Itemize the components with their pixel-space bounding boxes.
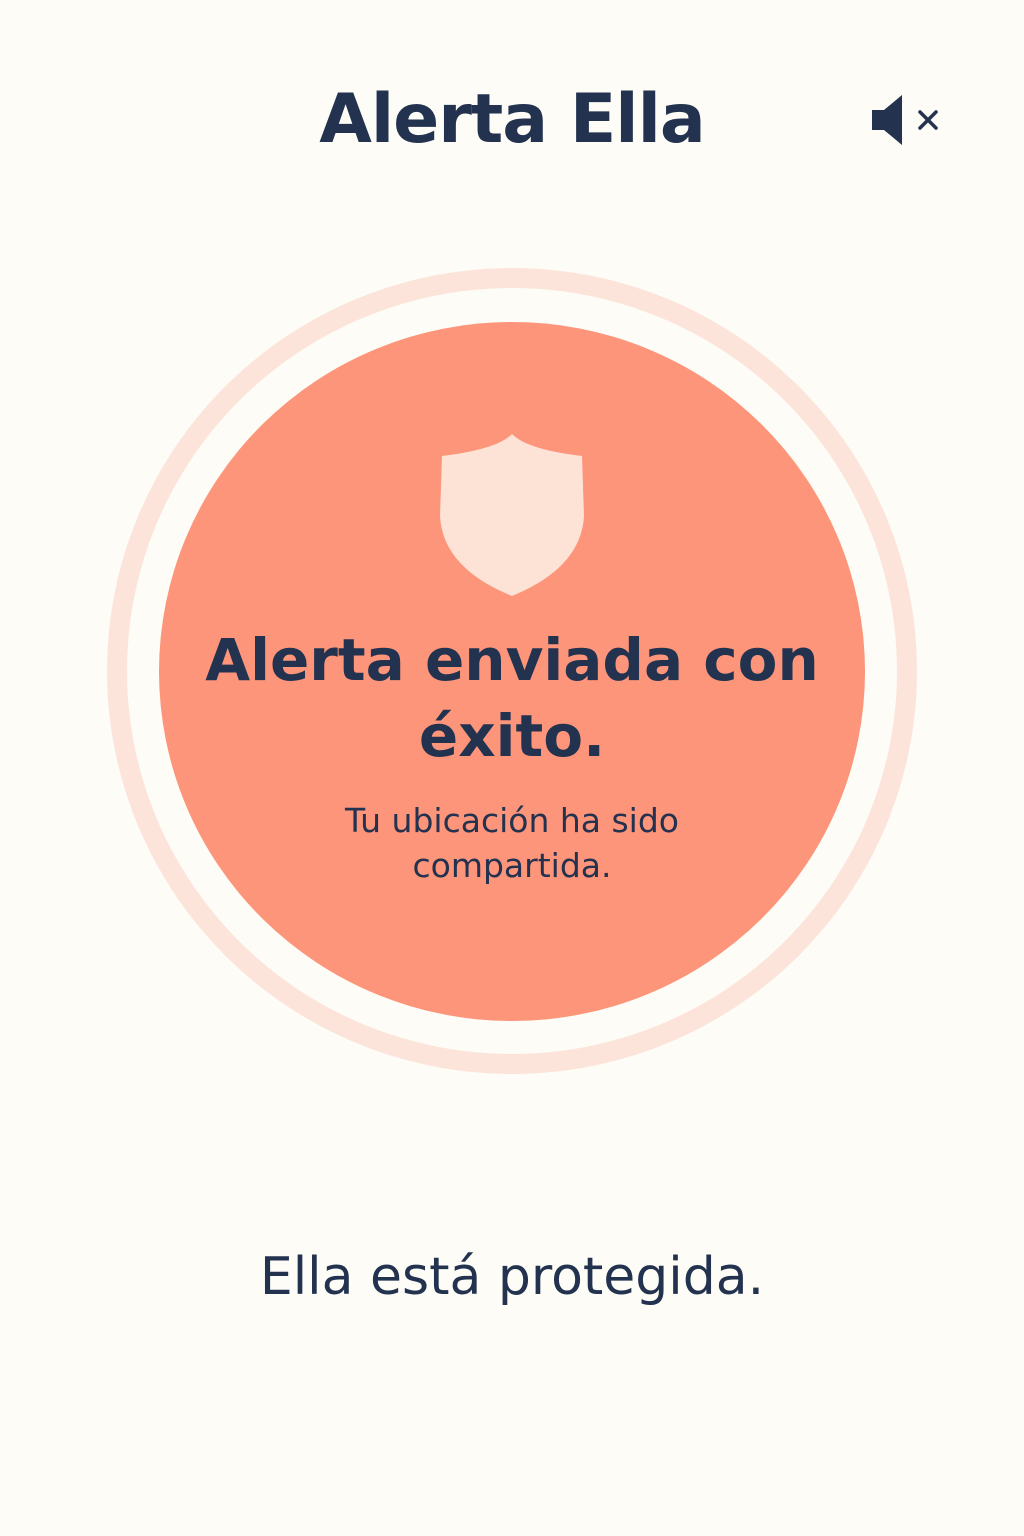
alert-title: Alerta enviada con éxito. <box>205 626 819 770</box>
protection-status: Ella está protegida. <box>259 1247 765 1307</box>
alert-subtitle: Tu ubicación ha sido compartida. <box>345 801 679 885</box>
alert-screen: Alerta Ella Alerta enviada con éxito. Tu… <box>0 0 1024 1536</box>
mute-button[interactable] <box>866 90 946 150</box>
speaker-muted-icon <box>872 95 938 145</box>
shield-icon <box>440 434 584 596</box>
